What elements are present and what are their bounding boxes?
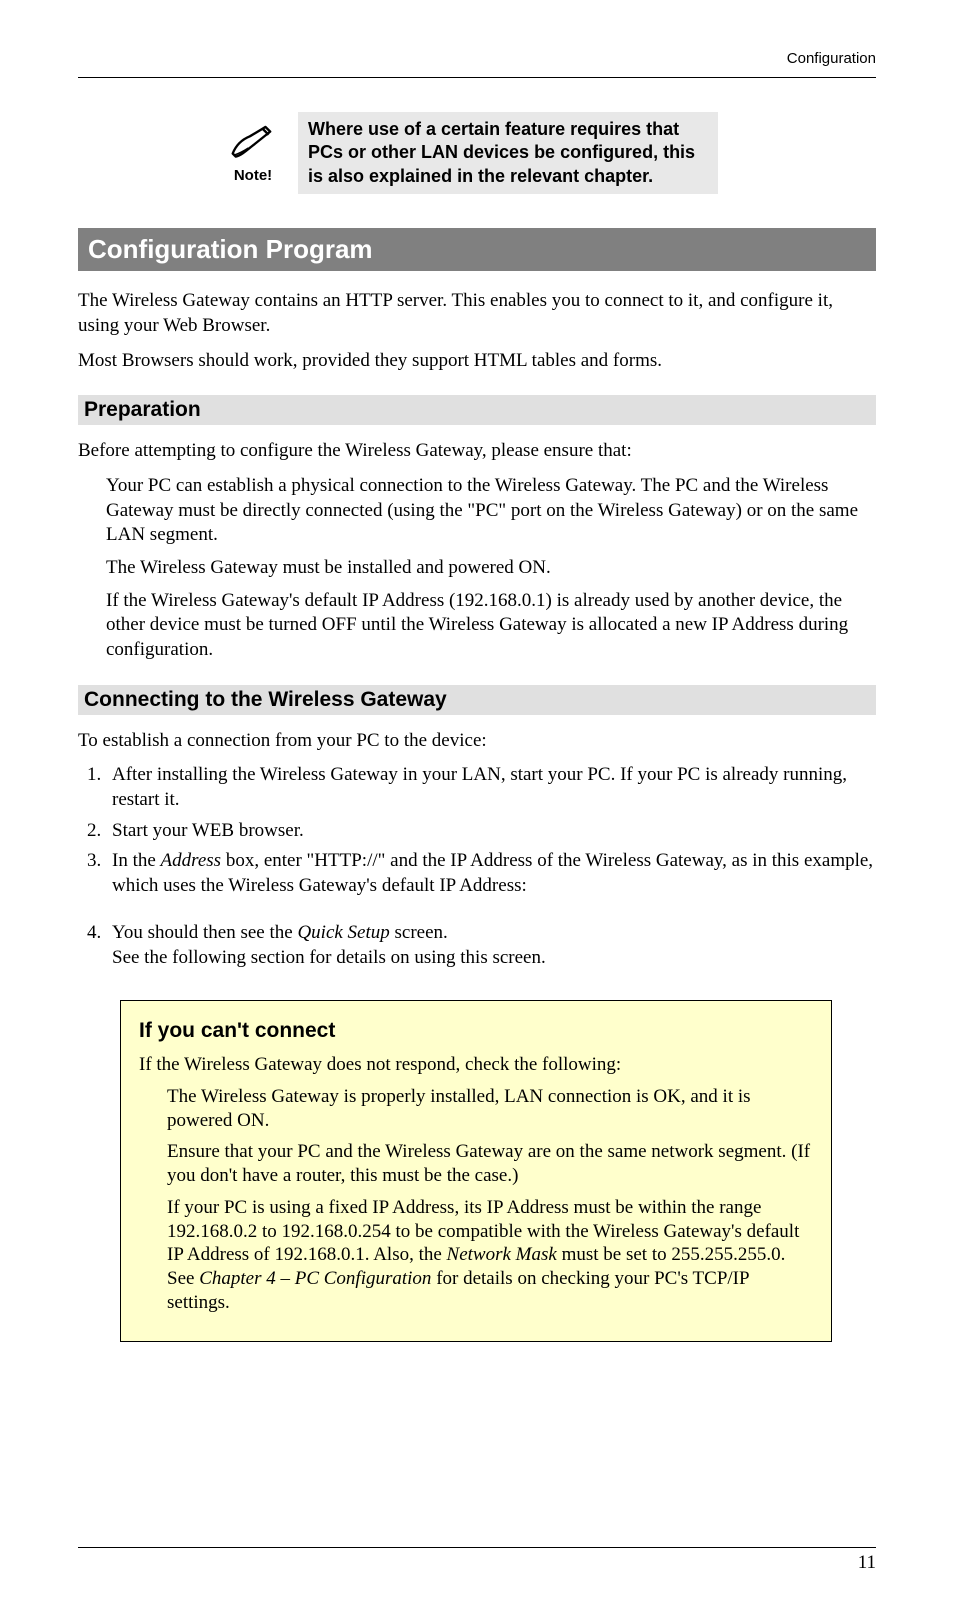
step-1: After installing the Wireless Gateway in… xyxy=(106,763,876,812)
intro-paragraph-2: Most Browsers should work, provided they… xyxy=(78,349,876,374)
connecting-steps: After installing the Wireless Gateway in… xyxy=(78,763,876,898)
connecting-steps-cont: You should then see the Quick Setup scre… xyxy=(78,921,876,970)
header-rule xyxy=(78,77,876,78)
page-number: 11 xyxy=(858,1552,876,1574)
preparation-item: If the Wireless Gateway's default IP Add… xyxy=(106,589,876,663)
step-4-pre: You should then see the xyxy=(112,922,297,943)
step-4-post: screen. xyxy=(390,922,448,943)
step-4-quick: Quick Setup xyxy=(297,922,389,943)
connecting-lead: To establish a connection from your PC t… xyxy=(78,729,876,754)
pen-hand-icon xyxy=(228,147,278,164)
preparation-item: Your PC can establish a physical connect… xyxy=(106,474,876,548)
preparation-heading: Preparation xyxy=(78,395,876,425)
note-label: Note! xyxy=(218,167,288,184)
note-icon-cell: Note! xyxy=(208,112,298,194)
note-text: Where use of a certain feature requires … xyxy=(298,112,718,194)
section-heading: Configuration Program xyxy=(78,228,876,271)
callout-list: The Wireless Gateway is properly install… xyxy=(167,1085,813,1315)
callout-lead: If the Wireless Gateway does not respond… xyxy=(139,1053,813,1077)
step-2: Start your WEB browser. xyxy=(106,819,876,844)
step-4-line2: See the following section for details on… xyxy=(112,947,546,968)
step-3-pre: In the xyxy=(112,850,161,871)
step-3-post: box, enter "HTTP://" and the IP Address … xyxy=(112,850,873,896)
header-right: Configuration xyxy=(78,50,876,67)
callout-b3-chapter: Chapter 4 – PC Configuration xyxy=(199,1268,431,1289)
callout-item: Ensure that your PC and the Wireless Gat… xyxy=(167,1140,813,1188)
step-3-address: Address xyxy=(161,850,222,871)
callout-item: If your PC is using a fixed IP Address, … xyxy=(167,1196,813,1315)
callout-title: If you can't connect xyxy=(139,1019,813,1043)
footer-rule xyxy=(78,1547,876,1548)
preparation-item: The Wireless Gateway must be installed a… xyxy=(106,556,876,581)
step-4: You should then see the Quick Setup scre… xyxy=(106,921,876,970)
preparation-lead: Before attempting to configure the Wirel… xyxy=(78,439,876,464)
callout-b3-netmask: Network Mask xyxy=(447,1244,557,1265)
connecting-heading: Connecting to the Wireless Gateway xyxy=(78,685,876,715)
note-box: Note! Where use of a certain feature req… xyxy=(208,112,718,194)
step-3: In the Address box, enter "HTTP://" and … xyxy=(106,849,876,898)
preparation-list: Your PC can establish a physical connect… xyxy=(106,474,876,663)
intro-paragraph-1: The Wireless Gateway contains an HTTP se… xyxy=(78,289,876,338)
callout-item: The Wireless Gateway is properly install… xyxy=(167,1085,813,1133)
troubleshoot-callout: If you can't connect If the Wireless Gat… xyxy=(120,1000,832,1342)
